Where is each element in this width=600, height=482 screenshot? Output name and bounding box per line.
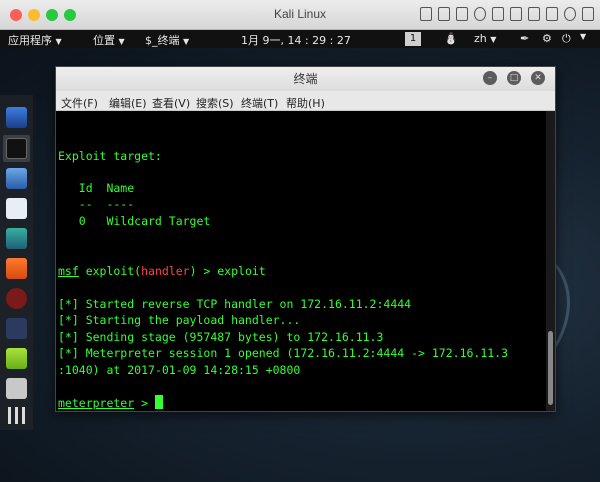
armitage-icon[interactable] — [6, 228, 27, 249]
terminal-line: Id Name — [58, 181, 135, 195]
command-text: ) > exploit — [189, 264, 266, 278]
terminal-app-label: 终端 — [157, 34, 180, 47]
leafpad-icon[interactable] — [6, 348, 27, 369]
applications-label: 应用程序 — [8, 34, 52, 47]
prompt-text: exploit( — [78, 264, 142, 278]
places-menu[interactable]: 位置 ▼ — [93, 32, 125, 48]
terminal-menubar: 文件(F) 编辑(E) 查看(V) 搜索(S) 终端(T) 帮助(H) — [56, 91, 555, 111]
maximize-icon[interactable]: □ — [507, 71, 521, 85]
metasploit-icon[interactable] — [6, 198, 27, 219]
terminal-line: [*] Starting the payload handler... — [58, 313, 301, 327]
scrollbar[interactable] — [546, 111, 555, 411]
menu-file[interactable]: 文件(F) — [61, 95, 98, 111]
terminal-line: [*] Meterpreter session 1 opened (172.16… — [58, 346, 509, 360]
close-icon[interactable]: ✕ — [531, 71, 545, 85]
disk-icon[interactable] — [438, 7, 450, 21]
misc-app-icon[interactable] — [6, 378, 27, 399]
dock — [0, 95, 33, 430]
stop-icon[interactable] — [582, 7, 594, 21]
terminal-app-menu[interactable]: $_终端 ▼ — [145, 32, 189, 48]
usb-icon[interactable] — [456, 7, 468, 21]
terminal-line: Exploit target: — [58, 149, 162, 163]
burpsuite-icon[interactable] — [6, 258, 27, 279]
menu-view[interactable]: 查看(V) — [152, 95, 190, 111]
menu-terminal[interactable]: 终端(T) — [241, 95, 278, 111]
files-icon[interactable] — [6, 168, 27, 189]
chevron-down-icon: ▼ — [183, 37, 190, 46]
clock[interactable]: 1月 9一, 14 : 29 : 27 — [241, 32, 351, 48]
power-icon[interactable]: ⏻ — [562, 32, 571, 46]
meterpreter-prompt-line: meterpreter > — [58, 395, 163, 410]
msf-prompt-line: msf exploit(handler) > exploit — [58, 264, 266, 278]
host-toolbar-icons — [420, 7, 594, 21]
terminal-line: :1040) at 2017-01-09 14:28:15 +0800 — [58, 363, 301, 377]
chevron-down-icon: ▼ — [55, 37, 62, 46]
terminal-output[interactable]: Exploit target: Id Name -- ---- 0 Wildca… — [56, 111, 546, 411]
terminal-icon: $_ — [145, 34, 158, 47]
app-grid-icon[interactable] — [8, 407, 25, 424]
display-icon[interactable] — [420, 7, 432, 21]
browser-icon[interactable] — [6, 107, 27, 128]
folder-share-icon[interactable] — [546, 7, 558, 21]
camera-icon[interactable] — [492, 7, 504, 21]
menu-edit[interactable]: 编辑(E) — [109, 95, 147, 111]
scrollbar-thumb[interactable] — [548, 331, 553, 405]
chevron-down-icon[interactable]: ▼ — [580, 32, 586, 41]
terminal-line: [*] Started reverse TCP handler on 172.1… — [58, 297, 412, 311]
window-title-bar[interactable]: 终端 – □ ✕ — [56, 67, 555, 91]
module-name: handler — [141, 264, 190, 278]
text-cursor — [154, 395, 163, 409]
window-title: 终端 — [293, 72, 318, 86]
people-icon[interactable]: ⛄ — [444, 32, 458, 45]
printer-icon[interactable] — [528, 7, 540, 21]
cd-icon[interactable] — [474, 7, 486, 21]
menu-help[interactable]: 帮助(H) — [286, 95, 325, 111]
settings-icon[interactable] — [564, 7, 576, 21]
terminal-line: [*] Sending stage (957487 bytes) to 172.… — [58, 330, 384, 344]
terminal-line: -- ---- — [58, 197, 135, 211]
chevron-down-icon: ▼ — [490, 35, 497, 44]
workspace-indicator[interactable]: 1 — [405, 32, 421, 46]
terminal-icon[interactable] — [6, 138, 27, 159]
prompt-arrow: > — [134, 396, 155, 410]
terminal-line: 0 Wildcard Target — [58, 214, 211, 228]
places-label: 位置 — [93, 34, 115, 47]
minimize-icon[interactable]: – — [483, 71, 497, 85]
network-icon[interactable] — [510, 7, 522, 21]
beef-icon[interactable] — [6, 288, 27, 309]
top-panel: 应用程序 ▼ 位置 ▼ $_终端 ▼ 1月 9一, 14 : 29 : 27 1… — [0, 30, 600, 48]
tool-icon[interactable]: ✒ — [520, 32, 529, 45]
terminal-window[interactable]: 终端 – □ ✕ 文件(F) 编辑(E) 查看(V) 搜索(S) 终端(T) 帮… — [55, 66, 556, 412]
chevron-down-icon: ▼ — [118, 37, 125, 46]
applications-menu[interactable]: 应用程序 ▼ — [8, 32, 62, 48]
msf-prompt: msf — [58, 264, 79, 278]
meterpreter-prompt: meterpreter — [58, 396, 135, 410]
input-method[interactable]: zh ▼ — [474, 32, 496, 45]
menu-search[interactable]: 搜索(S) — [196, 95, 234, 111]
input-language: zh — [474, 32, 487, 45]
host-title-bar: Kali Linux — [0, 0, 600, 30]
maltego-icon[interactable] — [6, 318, 27, 339]
network-status-icon[interactable]: ⚙ — [542, 32, 552, 45]
